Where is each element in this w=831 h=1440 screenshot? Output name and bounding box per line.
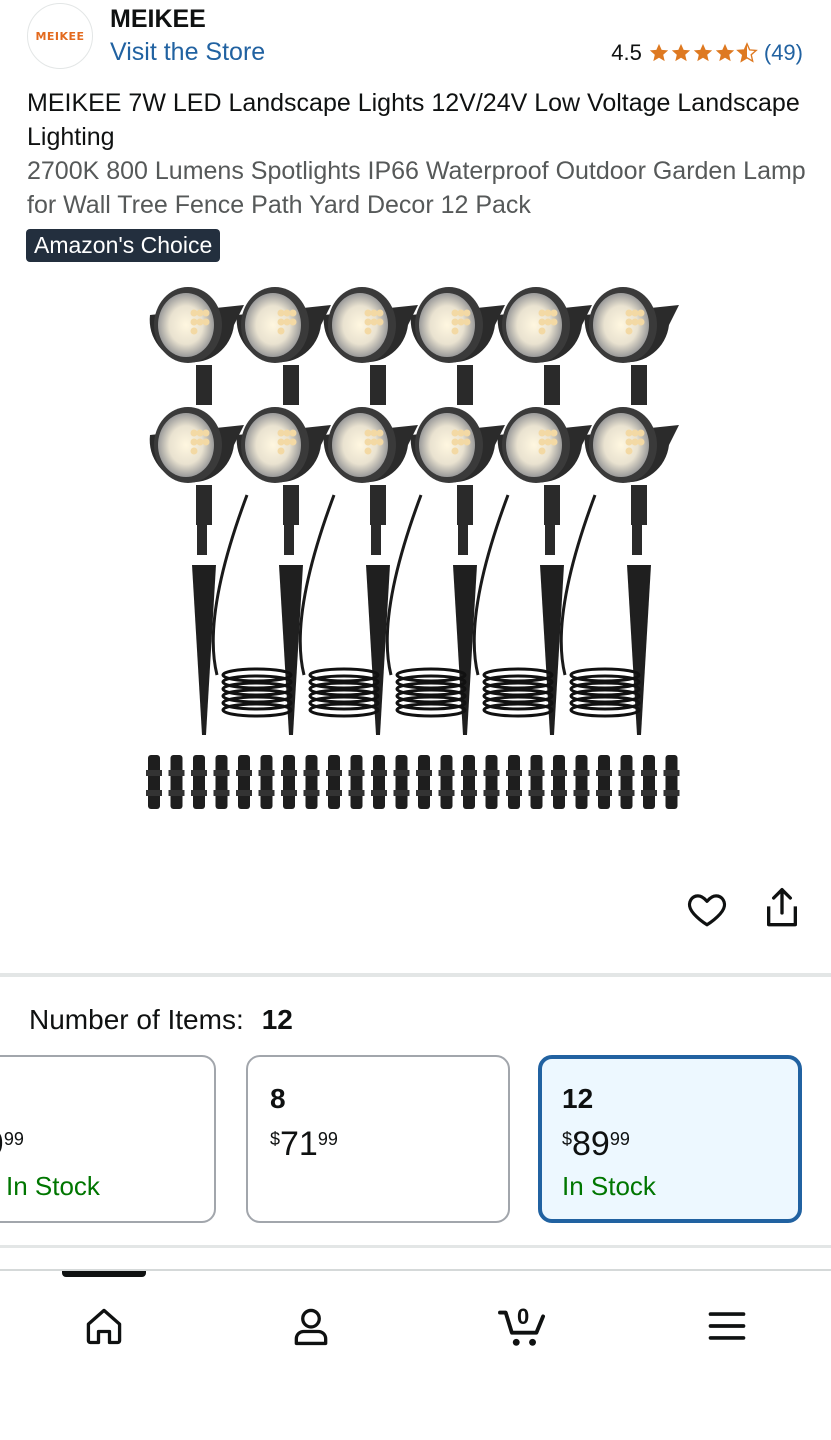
option-stock: In Stock (562, 1171, 656, 1201)
active-tab-indicator (62, 1271, 146, 1277)
product-title: MEIKEE 7W LED Landscape Lights 12V/24V L… (27, 89, 800, 151)
rating-summary[interactable]: 4.5 (49) (611, 40, 803, 66)
bottom-nav: 0 (0, 1269, 831, 1440)
nav-cart[interactable]: 0 (494, 1301, 550, 1351)
star-half-icon (736, 42, 758, 63)
variation-label: Number of Items: 12 (29, 1004, 293, 1036)
share-icon[interactable] (762, 886, 802, 930)
variation-option[interactable]: 8 $7199 (246, 1055, 510, 1223)
visit-store-link[interactable]: Visit the Store (110, 38, 265, 67)
brand-logo[interactable]: MEIKEE (27, 3, 93, 69)
star-full-icon (693, 43, 713, 62)
option-price-currency: $ (562, 1129, 573, 1149)
variation-label-text: Number of Items: (29, 1004, 244, 1035)
nav-home[interactable] (79, 1301, 129, 1351)
star-rating (648, 42, 758, 64)
heart-icon[interactable] (686, 888, 728, 930)
section-divider (0, 973, 831, 977)
variation-option[interactable]: 5999 In Stock (0, 1055, 216, 1223)
rating-count[interactable]: (49) (764, 40, 803, 66)
nav-menu[interactable] (702, 1301, 752, 1351)
brand-logo-text: MEIKEE (35, 29, 85, 43)
option-price: $7199 (270, 1125, 338, 1164)
nav-account[interactable] (286, 1301, 336, 1351)
option-price-whole: 89 (572, 1125, 610, 1163)
star-full-icon (715, 43, 735, 62)
home-icon (86, 1308, 122, 1345)
brand-name: MEIKEE (110, 5, 206, 33)
option-count: 12 (562, 1083, 594, 1114)
star-full-icon (671, 43, 691, 62)
option-price-whole: 71 (280, 1125, 318, 1163)
account-icon (294, 1308, 328, 1346)
cart-count: 0 (517, 1304, 530, 1329)
variation-selected-value: 12 (261, 1004, 293, 1035)
product-image[interactable] (140, 275, 695, 835)
option-stock: In Stock (6, 1171, 100, 1201)
variation-option-selected[interactable]: 12 $8999 In Stock (538, 1055, 802, 1223)
rating-value: 4.5 (611, 40, 642, 65)
option-price-fraction: 99 (317, 1129, 338, 1149)
star-full-icon (649, 43, 669, 62)
amazons-choice-badge[interactable]: Amazon's Choice (26, 229, 221, 262)
option-price: $8999 (562, 1125, 630, 1164)
option-price: 5999 (0, 1125, 24, 1164)
product-subtitle: 2700K 800 Lumens Spotlights IP66 Waterpr… (27, 157, 806, 219)
option-price-currency: $ (270, 1129, 281, 1149)
menu-icon (708, 1312, 746, 1340)
option-price-fraction: 99 (609, 1129, 630, 1149)
section-divider (0, 1245, 831, 1248)
option-price-fraction: 99 (3, 1129, 24, 1149)
option-count: 8 (270, 1083, 286, 1114)
